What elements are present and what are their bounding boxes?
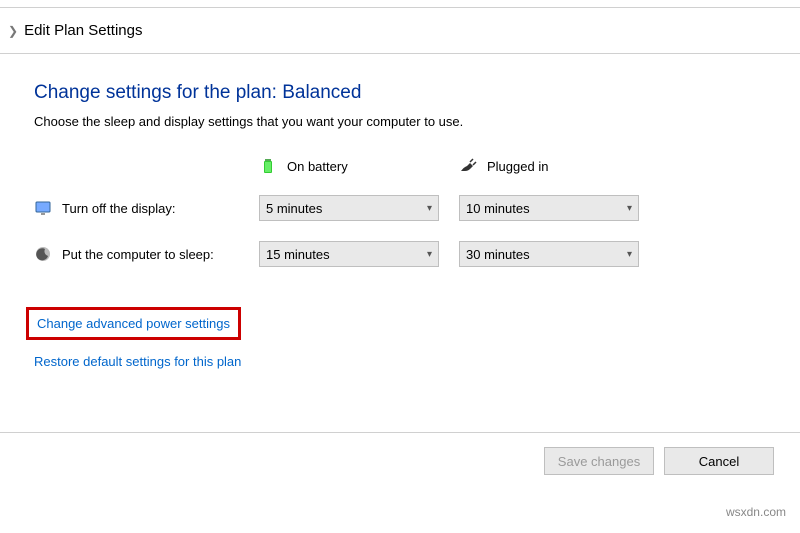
breadcrumb-label[interactable]: Edit Plan Settings [24, 22, 142, 39]
content-area: Change settings for the plan: Balanced C… [0, 54, 800, 383]
links-section: Change advanced power settings Restore d… [34, 307, 766, 383]
chevron-right-icon: ❯ [8, 24, 18, 38]
restore-defaults-link[interactable]: Restore default settings for this plan [34, 354, 241, 369]
settings-grid: On battery Plugged in Turn off the displ… [34, 157, 766, 267]
column-plugged-in-label: Plugged in [487, 159, 548, 174]
footer-buttons: Save changes Cancel [0, 432, 800, 475]
row-sleep-label: Put the computer to sleep: [62, 247, 214, 262]
chevron-down-icon: ▾ [427, 203, 432, 214]
plug-icon [459, 157, 477, 175]
chevron-down-icon: ▾ [627, 203, 632, 214]
sleep-plugged-value: 30 minutes [466, 247, 530, 262]
save-button: Save changes [544, 447, 654, 475]
top-divider [0, 0, 800, 8]
display-icon [34, 199, 52, 217]
display-battery-select[interactable]: 5 minutes ▾ [259, 195, 439, 221]
battery-icon [259, 157, 277, 175]
sleep-battery-value: 15 minutes [266, 247, 330, 262]
page-subtitle: Choose the sleep and display settings th… [34, 114, 766, 129]
column-on-battery: On battery [259, 157, 459, 175]
breadcrumb: ❯ Edit Plan Settings [0, 8, 800, 54]
row-sleep: Put the computer to sleep: [34, 245, 259, 263]
row-display: Turn off the display: [34, 199, 259, 217]
sleep-plugged-select[interactable]: 30 minutes ▾ [459, 241, 639, 267]
column-plugged-in: Plugged in [459, 157, 659, 175]
chevron-down-icon: ▾ [627, 249, 632, 260]
chevron-down-icon: ▾ [427, 249, 432, 260]
display-plugged-select[interactable]: 10 minutes ▾ [459, 195, 639, 221]
change-advanced-link[interactable]: Change advanced power settings [26, 307, 241, 340]
sleep-battery-select[interactable]: 15 minutes ▾ [259, 241, 439, 267]
page-title: Change settings for the plan: Balanced [34, 82, 766, 104]
column-on-battery-label: On battery [287, 159, 348, 174]
row-display-label: Turn off the display: [62, 201, 175, 216]
watermark: wsxdn.com [726, 505, 786, 519]
display-battery-value: 5 minutes [266, 201, 322, 216]
cancel-button[interactable]: Cancel [664, 447, 774, 475]
display-plugged-value: 10 minutes [466, 201, 530, 216]
sleep-icon [34, 245, 52, 263]
